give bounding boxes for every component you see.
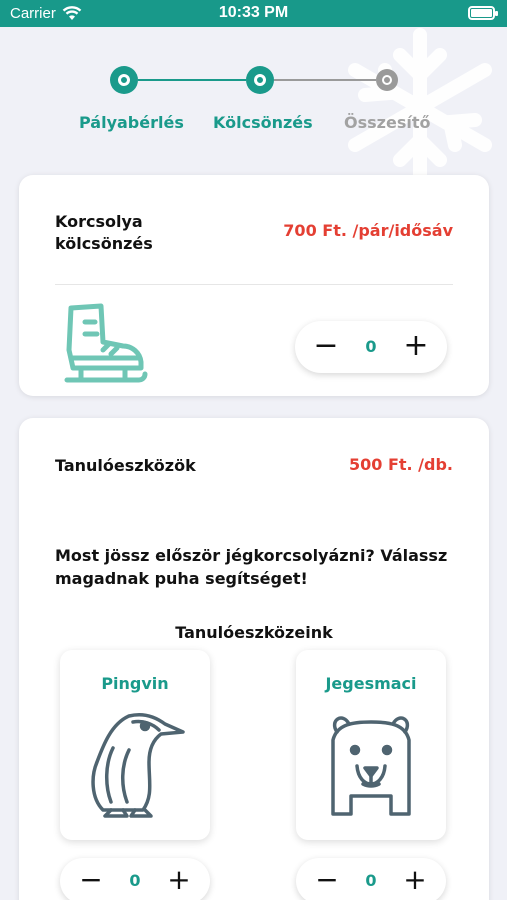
polar-bear-icon [331,716,411,816]
polar-bear-quantity-stepper: − 0 + [296,858,446,900]
snowflake-icon [348,28,492,185]
stepper-line-pending [274,79,376,81]
stepper-line-completed [138,79,246,81]
skate-rental-price: 700 Ft. /pár/idősáv [283,221,453,240]
step-label-kolcsonzes[interactable]: Kölcsönzés [213,113,313,132]
tool-name: Pingvin [101,674,169,693]
step-dot-kolcsonzes[interactable] [246,66,274,94]
learning-tools-price: 500 Ft. /db. [348,455,453,474]
skate-rental-title: Korcsolya kölcsönzés [55,212,153,253]
learning-tools-card: Tanulóeszközök 500 Ft. /db. Most jössz e… [19,418,489,900]
step-dot-palyaberles[interactable] [110,66,138,94]
decrement-button[interactable]: − [301,321,351,373]
step-dot-osszesito[interactable] [376,69,398,91]
step-label-palyaberles[interactable]: Pályabérlés [79,113,184,132]
decrement-button[interactable]: − [302,858,352,900]
skate-quantity-stepper: − 0 + [295,321,447,373]
tool-name: Jegesmaci [325,674,417,693]
step-label-osszesito[interactable]: Összesítő [344,113,430,132]
learning-tools-question: Most jössz először jégkorcsolyázni? Vála… [55,546,448,588]
penguin-icon [91,712,185,818]
increment-button[interactable]: + [391,321,441,373]
decrement-button[interactable]: − [66,858,116,900]
tool-card-penguin[interactable]: Pingvin [60,650,210,840]
skate-rental-card: Korcsolya kölcsönzés 700 Ft. /pár/idősáv… [19,175,489,396]
divider [55,284,453,285]
increment-button[interactable]: + [390,858,440,900]
learning-tools-title: Tanulóeszközök [55,456,196,475]
penguin-quantity-stepper: − 0 + [60,858,210,900]
ice-skate-icon [64,303,148,383]
tool-card-polar-bear[interactable]: Jegesmaci [296,650,446,840]
increment-button[interactable]: + [154,858,204,900]
learning-tools-subtitle: Tanulóeszközeink [175,623,333,642]
